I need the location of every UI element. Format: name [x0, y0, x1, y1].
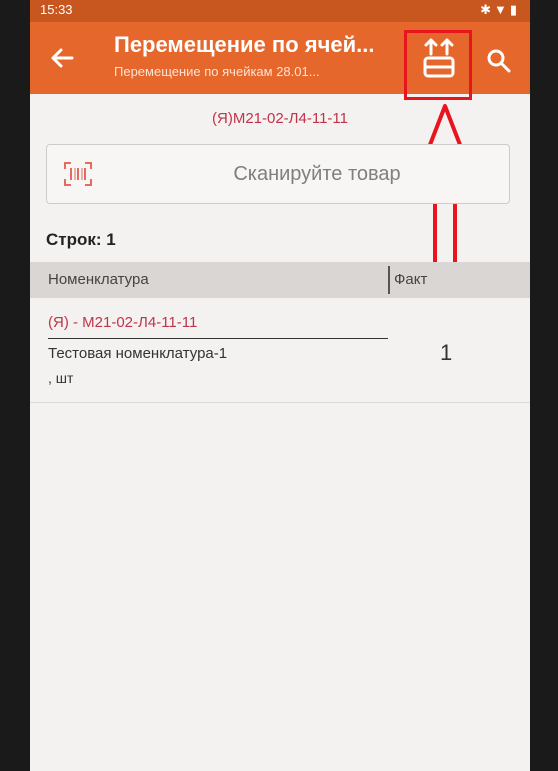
page-title: Перемещение по ячей... — [114, 32, 375, 57]
column-divider — [388, 266, 390, 294]
row-item-name: Тестовая номенклатура-1 — [48, 345, 228, 362]
row-bottom-border — [30, 402, 530, 403]
column-header-name: Номенклатура — [48, 271, 149, 288]
phone-screen: 15:33 ✱▼▮ Перемещение по ячей... Перемещ… — [30, 0, 530, 771]
rows-count: Строк: 1 — [46, 230, 116, 249]
scan-field[interactable]: Сканируйте товар — [46, 144, 510, 204]
search-icon[interactable] — [484, 46, 514, 76]
scan-placeholder: Сканируйте товар — [233, 163, 401, 185]
search-icon-svg — [487, 49, 511, 73]
highlight-frame — [404, 30, 472, 100]
status-icons: ✱▼▮ — [480, 2, 520, 17]
status-bar: 15:33 ✱▼▮ — [30, 0, 530, 22]
status-time: 15:33 — [40, 2, 73, 17]
back-arrow-icon-svg — [51, 48, 74, 68]
column-header-fact: Факт — [394, 271, 428, 288]
row-item-unit: , шт — [48, 370, 74, 386]
back-arrow-icon[interactable] — [46, 42, 78, 74]
row-item-fact: 1 — [440, 340, 453, 365]
cell-name: (Я)М21-02-Л4-11-11 — [212, 110, 348, 127]
table-header: Номенклатура Факт — [30, 262, 530, 298]
row-cell-name: (Я) - М21-02-Л4-11-11 — [48, 314, 198, 331]
row-divider — [48, 338, 388, 339]
page-subtitle: Перемещение по ячейкам 28.01... — [114, 64, 320, 79]
barcode-icon — [64, 162, 92, 186]
